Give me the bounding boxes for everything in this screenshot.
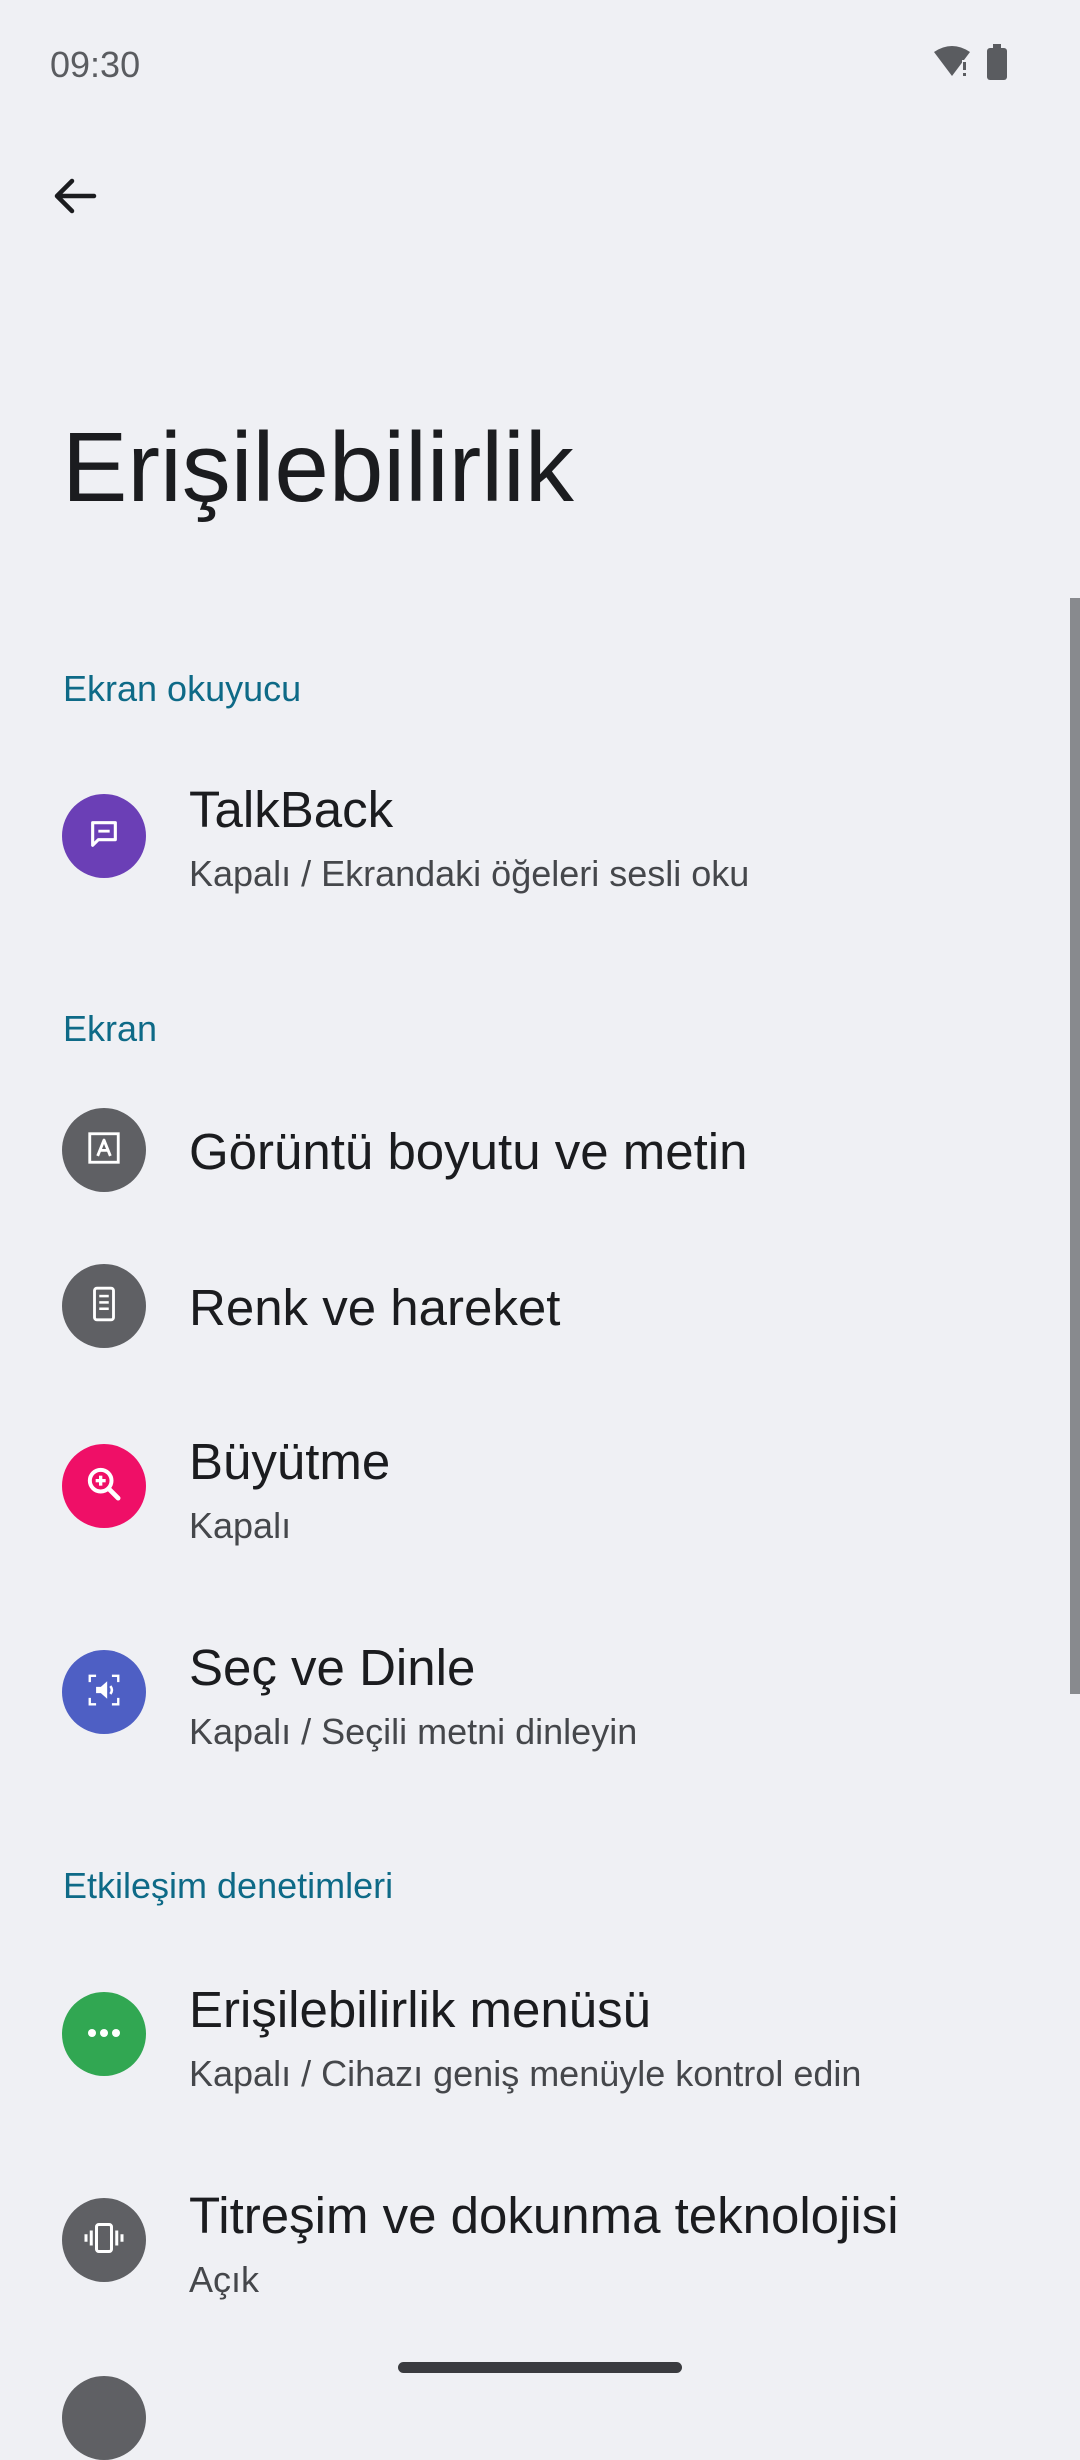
phone-icon xyxy=(87,1285,121,1328)
page-title: Erişilebilirlik xyxy=(62,412,574,522)
section-header-screen-reader: Ekran okuyucu xyxy=(63,668,302,709)
color-motion-title: Renk ve hareket xyxy=(189,1279,561,1336)
magnification-subtitle: Kapalı xyxy=(189,1505,292,1546)
display-size-title: Görüntü boyutu ve metin xyxy=(189,1123,748,1180)
talkback-item[interactable]: TalkBack Kapalı / Ekrandaki öğeleri sesl… xyxy=(0,768,1060,902)
talkback-icon-circle xyxy=(62,794,146,878)
select-to-speak-icon-circle xyxy=(62,1650,146,1734)
arrow-back-icon xyxy=(50,172,98,225)
text-size-icon xyxy=(85,1129,123,1172)
display-size-item[interactable]: Görüntü boyutu ve metin xyxy=(0,1108,1060,1192)
accessibility-menu-subtitle: Kapalı / Cihazı geniş menüyle kontrol ed… xyxy=(189,2053,862,2094)
vibration-subtitle: Açık xyxy=(189,2259,260,2300)
next-item-icon-partial[interactable] xyxy=(62,2376,146,2460)
magnification-icon-circle xyxy=(62,1444,146,1528)
select-to-speak-subtitle: Kapalı / Seçili metni dinleyin xyxy=(189,1711,638,1752)
back-button[interactable] xyxy=(40,164,108,232)
section-header-interaction: Etkileşim denetimleri xyxy=(63,1865,394,1906)
battery-icon xyxy=(986,44,1008,85)
gesture-nav-handle[interactable] xyxy=(398,2362,682,2373)
select-to-speak-item[interactable]: Seç ve Dinle Kapalı / Seçili metni dinle… xyxy=(0,1624,1060,1758)
scrollbar[interactable] xyxy=(1070,598,1080,1694)
select-speak-icon xyxy=(85,1671,123,1714)
zoom-in-icon xyxy=(84,1464,124,1509)
color-motion-item[interactable]: Renk ve hareket xyxy=(0,1264,1060,1348)
talkback-subtitle: Kapalı / Ekrandaki öğeleri sesli oku xyxy=(189,853,750,894)
vibration-title: Titreşim ve dokunma teknolojisi xyxy=(189,2187,899,2244)
speech-bubble-icon xyxy=(87,817,121,856)
color-motion-icon-circle xyxy=(62,1264,146,1348)
select-to-speak-title: Seç ve Dinle xyxy=(189,1639,476,1696)
talkback-title: TalkBack xyxy=(189,781,394,838)
section-header-display: Ekran xyxy=(63,1008,158,1049)
wifi-alert-icon xyxy=(932,44,972,85)
status-time: 09:30 xyxy=(50,44,141,85)
vibration-item[interactable]: Titreşim ve dokunma teknolojisi Açık xyxy=(0,2172,1060,2306)
accessibility-menu-icon-circle xyxy=(62,1992,146,2076)
vibration-icon xyxy=(83,2221,125,2260)
vibration-icon-circle xyxy=(62,2198,146,2282)
status-bar: 09:30 xyxy=(0,0,1080,130)
accessibility-menu-item[interactable]: Erişilebilirlik menüsü Kapalı / Cihazı g… xyxy=(0,1966,1060,2100)
display-size-icon-circle xyxy=(62,1108,146,1192)
magnification-item[interactable]: Büyütme Kapalı xyxy=(0,1418,1060,1552)
accessibility-menu-title: Erişilebilirlik menüsü xyxy=(189,1981,651,2038)
more-dots-icon xyxy=(87,2025,121,2043)
magnification-title: Büyütme xyxy=(189,1433,391,1490)
status-icons xyxy=(932,44,1008,85)
